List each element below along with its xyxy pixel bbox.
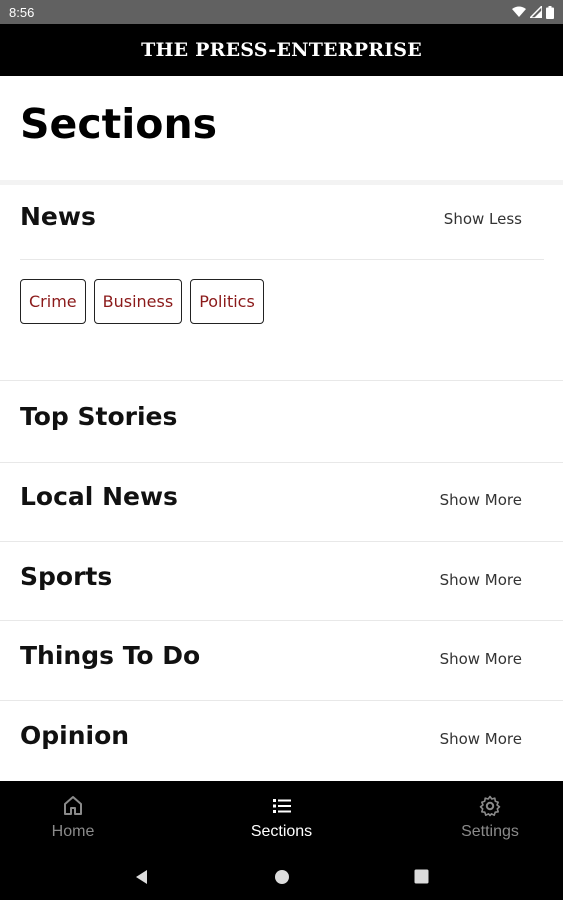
masthead-logo-text: THE PRESS-ENTERPRISE [141,39,422,61]
section-name-sports[interactable]: Sports [20,562,112,591]
section-name-top-stories[interactable]: Top Stories [20,402,177,431]
sports-show-more-button[interactable]: Show More [440,571,522,589]
section-name-local-news[interactable]: Local News [20,482,178,511]
nav-label-home: Home [51,823,95,840]
news-divider [20,259,544,260]
page-header: Sections [0,76,563,180]
status-time: 8:56 [9,4,35,20]
battery-icon [546,5,554,19]
things-to-do-show-more-button[interactable]: Show More [440,650,522,668]
recents-icon[interactable] [402,857,442,897]
nav-label-settings: Settings [461,823,519,840]
news-subsection-chips: Crime Business Politics [20,279,264,324]
signal-icon [530,6,542,18]
nav-sections[interactable]: Sections [227,781,337,853]
bottom-nav: Home Sections Settings [0,781,563,853]
section-local-news: Local News Show More [0,463,563,541]
home-circle-icon[interactable] [262,857,302,897]
chip-business[interactable]: Business [93,279,183,324]
section-name-things-to-do[interactable]: Things To Do [20,641,200,670]
status-bar: 8:56 [0,0,563,24]
back-icon[interactable] [122,857,162,897]
page-title: Sections [20,100,218,148]
gear-icon [478,794,502,818]
section-sports: Sports Show More [0,542,563,620]
opinion-show-more-button[interactable]: Show More [440,730,522,748]
nav-home[interactable]: Home [18,781,128,853]
list-icon [270,794,294,818]
chip-crime[interactable]: Crime [20,279,86,324]
section-things-to-do: Things To Do Show More [0,621,563,700]
section-name-opinion[interactable]: Opinion [20,721,129,750]
local-news-show-more-button[interactable]: Show More [440,491,522,509]
chip-politics[interactable]: Politics [190,279,264,324]
status-icons [512,5,554,19]
section-name-news[interactable]: News [20,202,96,231]
news-show-less-button[interactable]: Show Less [444,210,522,228]
masthead: THE PRESS-ENTERPRISE [0,24,563,76]
section-top-stories[interactable]: Top Stories [0,381,563,462]
home-icon [61,794,85,818]
nav-label-sections: Sections [250,823,313,840]
section-opinion: Opinion Show More [0,701,563,781]
system-nav-bar [0,853,563,900]
nav-settings[interactable]: Settings [435,781,545,853]
wifi-icon [512,6,526,18]
